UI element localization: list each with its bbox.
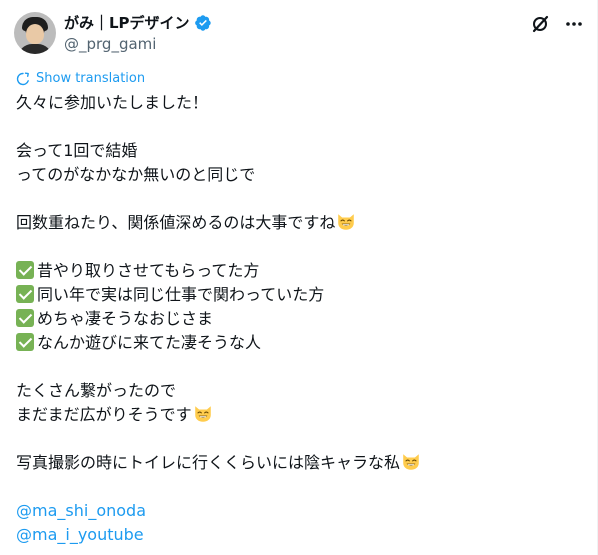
grok-icon[interactable] <box>530 14 550 34</box>
header-actions <box>530 14 584 34</box>
text-line: ってのがなかなか無いのと同じで <box>16 165 256 184</box>
text-line-with-emoji: まだまだ広がりそうです <box>16 403 576 427</box>
more-icon[interactable] <box>564 14 584 34</box>
checklist-item: 同い年で実は同じ仕事で関わっていた方 <box>16 283 576 307</box>
author-handle[interactable]: @_prg_gami <box>64 34 156 54</box>
check-mark-button-icon <box>16 333 34 351</box>
checklist-item: 昔やり取りさせてもらってた方 <box>16 259 576 283</box>
mention-line: @ma_shi_onoda <box>16 499 576 523</box>
text-line: たくさん繋がったので <box>16 381 177 400</box>
mention-line: @ma_i_youtube <box>16 523 576 547</box>
author-name-row[interactable]: がみ｜LPデザイン <box>64 13 212 33</box>
checklist-item: なんか遊びに来てた凄そうな人 <box>16 331 576 355</box>
tweet-card: がみ｜LPデザイン @_prg_gami Show translation 久々… <box>0 0 598 555</box>
grinning-cat-emoji-icon <box>338 214 355 230</box>
check-mark-button-icon <box>16 261 34 279</box>
grinning-cat-emoji-icon <box>403 454 419 470</box>
tweet-header: がみ｜LPデザイン @_prg_gami <box>14 12 584 56</box>
text-line-with-emoji: 回数重ねたり、関係値深めるのは大事ですね <box>16 211 576 235</box>
text-line: 会って1回で結婚 <box>16 141 138 160</box>
show-translation-link[interactable]: Show translation <box>16 71 145 86</box>
check-mark-button-icon <box>16 309 34 327</box>
verified-badge-icon <box>194 15 211 31</box>
tweet-text: 久々に参加いたしました！ 会って1回で結婚 ってのがなかなか無いのと同じで 回数… <box>16 91 576 547</box>
text-line-with-emoji: 写真撮影の時にトイレに行くくらいには陰キャラな私 <box>16 451 576 475</box>
translate-icon <box>16 72 29 85</box>
check-mark-button-icon <box>16 285 34 303</box>
mention-link[interactable]: @ma_shi_onoda <box>16 501 146 520</box>
author-name[interactable]: がみ｜LPデザイン <box>64 13 190 33</box>
grinning-cat-emoji-icon <box>194 406 211 422</box>
checklist-item: めちゃ凄そうなおじさま <box>16 307 576 331</box>
mention-link[interactable]: @ma_i_youtube <box>16 525 144 544</box>
avatar[interactable] <box>14 12 56 54</box>
show-translation-label[interactable]: Show translation <box>36 71 145 86</box>
text-line: 久々に参加いたしました！ <box>16 93 209 112</box>
